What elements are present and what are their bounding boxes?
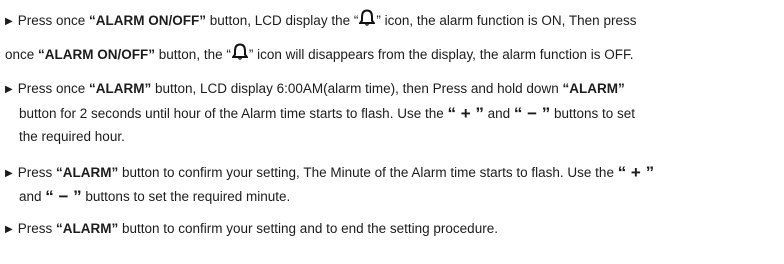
button-name: “ALARM” [89,81,152,96]
para1-line2: once “ALARM ON/OFF” button, the “ ” icon … [5,43,634,64]
minus-symbol: “ − ” [45,187,82,206]
bullet-icon: ▶ [5,16,13,27]
text: button to confirm your setting and to en… [118,221,498,236]
para4-line1: ▶ Press “ALARM” button to confirm your se… [5,220,498,240]
plus-symbol: “ + ” [447,104,484,123]
alarm-bell-icon [359,9,376,26]
text: button for 2 seconds until hour of the A… [19,106,448,121]
para2-line2: button for 2 seconds until hour of the A… [19,104,635,123]
para2-line1: ▶ Press once “ALARM” button, LCD display … [5,80,625,100]
minus-symbol: “ − ” [513,104,551,123]
text: buttons to set [550,106,636,121]
text: ” icon will disappears from the display,… [248,47,634,62]
button-name: “ALARM” [55,221,119,236]
button-name: “ALARM ON/OFF” [89,13,206,28]
button-name: “ALARM” [55,165,119,180]
alarm-bell-icon [231,43,248,60]
para2-line3: the required hour. [19,128,125,146]
text: button, LCD display the “ [206,13,359,28]
text: Press [17,165,56,180]
text: the required hour. [19,129,125,144]
text: Press once [17,13,89,28]
para1-line1: ▶ Press once “ALARM ON/OFF” button, LCD d… [5,9,636,32]
text: and [483,106,514,121]
text: and [19,189,46,204]
para3-line2: and “ − ” buttons to set the required mi… [19,187,290,206]
text: Press once [17,81,89,96]
text: once [5,47,39,62]
para3-line1: ▶ Press “ALARM” button to confirm your se… [5,163,654,184]
bullet-icon: ▶ [5,168,13,179]
text: Press [17,221,56,236]
text: ” icon, the alarm function is ON, Then p… [376,13,637,28]
button-name: “ALARM ON/OFF” [38,47,156,62]
bullet-icon: ▶ [5,224,13,235]
text: button to confirm your setting, The Minu… [118,165,618,180]
text: buttons to set the required minute. [81,189,291,204]
plus-symbol: “ + ” [617,163,655,182]
bullet-icon: ▶ [5,84,13,95]
button-name: “ALARM” [562,81,625,96]
text: button, LCD display 6:00AM(alarm time), … [151,81,563,96]
text: button, the “ [155,47,231,62]
